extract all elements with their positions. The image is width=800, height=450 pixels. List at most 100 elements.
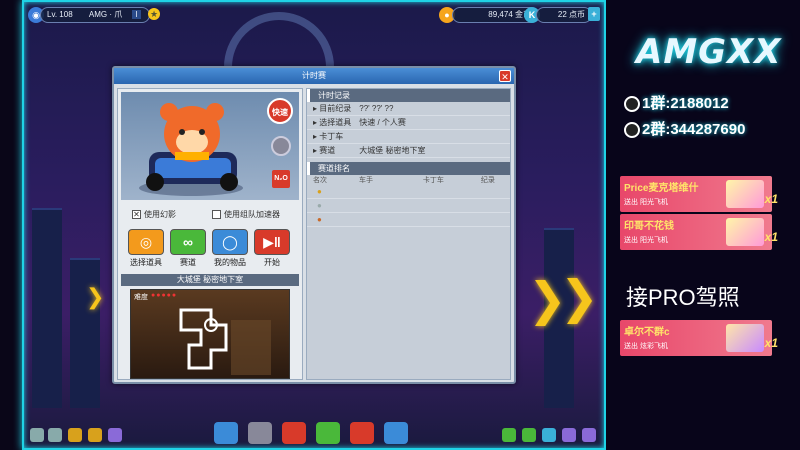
player-tag: I (132, 10, 141, 19)
gift-count: x1 (764, 336, 778, 350)
track-button[interactable]: ∞ 赛道 (170, 229, 206, 268)
ranking-section-header: 赛道排名 (307, 162, 510, 175)
ghost-option-label: 使用幻影 (144, 210, 176, 219)
more-icon[interactable] (582, 428, 596, 442)
settings-icon[interactable] (48, 428, 62, 442)
gift-icon[interactable] (350, 422, 374, 444)
stream-overlay-panel: AMGXX 1群:2188012 2群:344287690 Price麦克塔维什… (606, 0, 800, 450)
house-icon[interactable] (282, 422, 306, 444)
team-boost-checkbox[interactable] (212, 210, 221, 220)
record-row: ▸ 赛道 大城堡 秘密地下室 (307, 144, 510, 158)
menu-icon[interactable] (30, 428, 44, 442)
right-panel: 计时记录 ▸ 目前纪录 ??' ??' ?? ▸ 选择道具 快速 / 个人赛 ▸ 卡… (306, 88, 511, 380)
add-points-button[interactable]: + (588, 7, 600, 21)
ranking-columns: 名次 车手 卡丁车 纪录 (307, 175, 510, 185)
airplane-gift-icon (726, 324, 764, 352)
mail-icon[interactable] (88, 428, 102, 442)
qq-group-1: 1群:2188012 (624, 92, 729, 113)
column-header: 纪录 (480, 177, 495, 184)
left-panel: 快速 N₂O ✕使用幻影 使用组队加速器 ◎ 选择道具 ∞ 赛道 ◯ 我的物品 (117, 88, 303, 380)
gift-description: 送出 阳光飞机 (624, 199, 668, 206)
column-header: 车手 (358, 177, 373, 184)
record-row: ▸ 卡丁车 (307, 130, 510, 144)
qq-icon (624, 122, 640, 139)
gift-description: 送出 炫彩飞机 (624, 343, 668, 350)
team-boost-option[interactable]: 使用组队加速器 (212, 209, 280, 220)
gift-sender: 卓尔不群c (624, 327, 670, 338)
gift-description: 送出 阳光飞机 (624, 237, 668, 244)
qq-group-1-text: 1群:2188012 (642, 95, 729, 112)
gift-sender: 印哥不花钱 (624, 221, 674, 232)
store-icon[interactable] (316, 422, 340, 444)
chevron-right-icon: ❯ (560, 271, 599, 323)
qq-icon (624, 96, 640, 113)
record-key: 赛道 (319, 146, 336, 155)
chevron-right-icon: ❯ (86, 284, 105, 309)
background-building (70, 258, 100, 408)
track-label: 赛道 (180, 258, 196, 267)
start-icon: ▶‖ (254, 229, 290, 255)
record-key: 选择道具 (319, 118, 352, 127)
ranking-row: ● (307, 185, 510, 199)
qq-group-2-text: 2群:344287690 (642, 121, 746, 138)
chat-icon[interactable] (542, 428, 556, 442)
garage-icon[interactable] (248, 422, 272, 444)
player-info[interactable]: Lv. 108 AMG · 爪 I (40, 7, 150, 23)
shop-icon[interactable] (68, 428, 82, 442)
track-layout-image (179, 308, 271, 375)
points-display: 22 点币 (536, 7, 592, 23)
kart-preview: 快速 N₂O (121, 92, 299, 200)
nitro-button[interactable]: N₂O (272, 170, 290, 188)
medal-icon[interactable]: ★ (148, 8, 160, 20)
airplane-gift-icon (726, 218, 764, 246)
record-value: 大城堡 秘密地下室 (359, 146, 426, 155)
ghost-checkbox[interactable]: ✕ (132, 210, 141, 220)
gold-medal-icon: ● (317, 187, 322, 196)
target-icon: ◎ (128, 229, 164, 255)
map-title: 大城堡 秘密地下室 (121, 274, 299, 286)
start-button[interactable]: ▶‖ 开始 (254, 229, 290, 268)
bronze-medal-icon: ● (317, 215, 322, 224)
search-icon[interactable] (562, 428, 576, 442)
column-header: 卡丁车 (422, 177, 444, 184)
dialog-title: 计时赛 (114, 68, 514, 84)
record-row: ▸ 选择道具 快速 / 个人赛 (307, 116, 510, 130)
race-icon[interactable] (214, 422, 238, 444)
record-value: 快速 / 个人赛 (359, 118, 406, 127)
my-items-button[interactable]: ◯ 我的物品 (212, 229, 248, 268)
close-button[interactable]: ✕ (499, 70, 511, 82)
qq-group-2: 2群:344287690 (624, 118, 745, 139)
ghost-option[interactable]: ✕ 使用幻影 (132, 209, 176, 220)
ranking-row: ● (307, 199, 510, 213)
background-building (32, 208, 62, 408)
pro-license-text: 接PRO驾照 (626, 285, 740, 310)
help-icon[interactable] (108, 428, 122, 442)
record-key: 卡丁车 (319, 132, 344, 141)
select-items-label: 选择道具 (130, 258, 162, 267)
time-trial-dialog: 计时赛 ✕ 快速 N₂O ✕ 使用幻影 使用组队加速器 ◎ 选择道具 ∞ 赛道 … (112, 66, 516, 384)
status-icon[interactable] (502, 428, 516, 442)
gift-sender: Price麦克塔维什 (624, 183, 699, 194)
gift-notification: 卓尔不群c 送出 炫彩飞机 x1 (620, 320, 778, 356)
gift-count: x1 (764, 192, 778, 206)
gift-notification: Price麦克塔维什 送出 阳光飞机 x1 (620, 176, 778, 212)
robot-icon[interactable] (384, 422, 408, 444)
bottom-toolbar (24, 420, 604, 448)
level-text: Lv. 108 (47, 10, 73, 19)
items-icon: ◯ (212, 229, 248, 255)
streamer-brand: AMGXX (636, 32, 782, 72)
player-name: AMG · 爪 (88, 10, 123, 19)
track-map-preview: 难度 ●●●●● (130, 289, 290, 379)
track-icon: ∞ (170, 229, 206, 255)
settings-knob-icon[interactable] (271, 136, 291, 156)
top-status-bar: ◉ Lv. 108 AMG · 爪 I ★ ● 89,474 金币 K 22 点… (24, 6, 604, 24)
record-section-header: 计时记录 (307, 89, 510, 102)
start-label: 开始 (264, 258, 280, 267)
friends-icon[interactable] (522, 428, 536, 442)
airplane-gift-icon (726, 180, 764, 208)
team-boost-label: 使用组队加速器 (224, 210, 280, 219)
select-items-button[interactable]: ◎ 选择道具 (128, 229, 164, 268)
quick-button[interactable]: 快速 (267, 98, 293, 124)
gift-notification: 印哥不花钱 送出 阳光飞机 x1 (620, 214, 778, 250)
column-header: 名次 (313, 177, 327, 184)
